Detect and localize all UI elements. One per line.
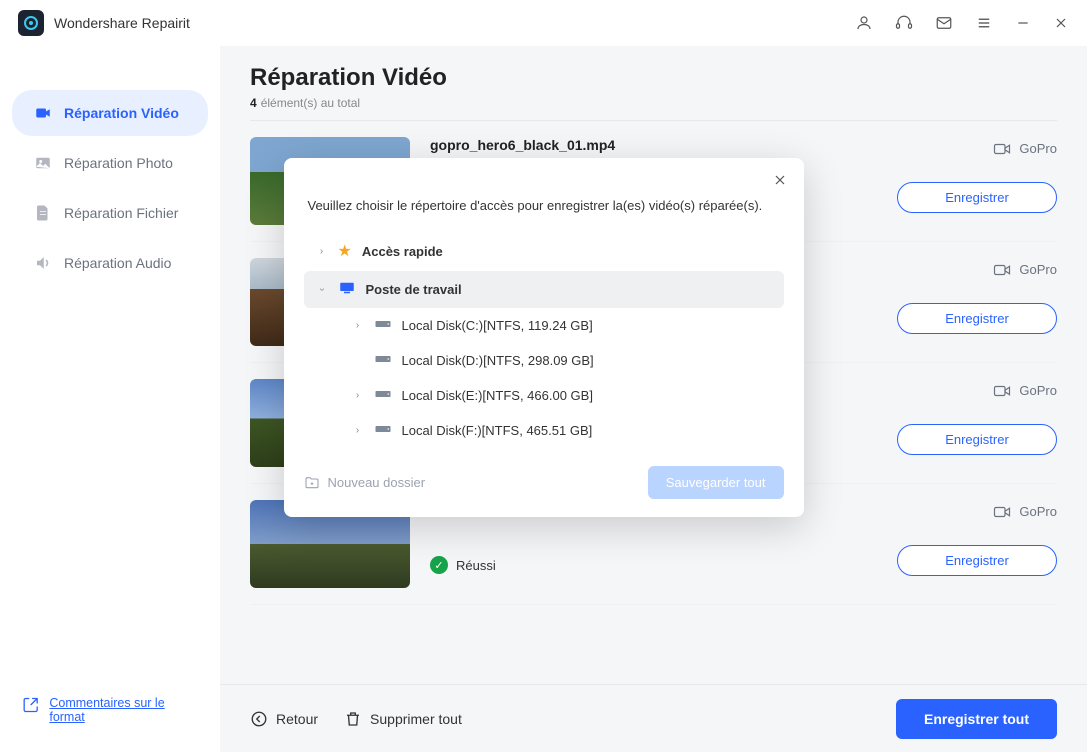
tree-disk[interactable]: Local Disk(D:)[NTFS, 298.09 GB]	[304, 343, 784, 378]
computer-icon	[338, 281, 356, 298]
item-actions: GoPro Enregistrer	[857, 258, 1057, 334]
star-icon: ★	[338, 241, 352, 261]
modal-message: Veuillez choisir le répertoire d'accès p…	[304, 176, 784, 231]
mail-icon[interactable]	[935, 14, 953, 32]
item-actions: GoPro Enregistrer	[857, 137, 1057, 213]
save-button[interactable]: Enregistrer	[897, 303, 1057, 334]
main-header: Réparation Vidéo 4 élément(s) au total	[220, 46, 1087, 116]
chevron-right-icon: ›	[352, 320, 364, 331]
tree-disk[interactable]: › Local Disk(E:)[NTFS, 466.00 GB]	[304, 378, 784, 413]
chevron-right-icon: ›	[352, 425, 364, 436]
titlebar-left: Wondershare Repairit	[18, 10, 190, 36]
device-label: GoPro	[993, 383, 1057, 398]
modal-footer: Nouveau dossier Sauvegarder tout	[304, 448, 784, 499]
close-icon[interactable]	[1053, 15, 1069, 31]
camera-icon	[993, 142, 1011, 156]
disk-icon	[374, 318, 392, 333]
status: ✓ Réussi	[430, 556, 837, 574]
menu-icon[interactable]	[975, 14, 993, 32]
tree-disk[interactable]: › Local Disk(C:)[NTFS, 119.24 GB]	[304, 308, 784, 343]
item-count: 4 élément(s) au total	[250, 96, 1057, 110]
count-suffix: élément(s) au total	[261, 96, 360, 110]
sidebar-item-label: Réparation Audio	[64, 255, 171, 271]
page-title: Réparation Vidéo	[250, 64, 1057, 92]
chevron-down-icon: ›	[316, 284, 327, 296]
item-actions: GoPro Enregistrer	[857, 500, 1057, 576]
save-all-button[interactable]: Enregistrer tout	[896, 699, 1057, 739]
sidebar-item-file[interactable]: Réparation Fichier	[12, 190, 208, 236]
disk-icon	[374, 353, 392, 368]
app-title: Wondershare Repairit	[54, 15, 190, 31]
trash-icon	[344, 710, 362, 728]
back-button[interactable]: Retour	[250, 710, 318, 728]
device-label: GoPro	[993, 141, 1057, 156]
new-folder-button[interactable]: Nouveau dossier	[304, 475, 426, 491]
status-text: Réussi	[456, 558, 496, 573]
tree-disk[interactable]: › Local Disk(F:)[NTFS, 465.51 GB]	[304, 413, 784, 448]
camera-icon	[993, 505, 1011, 519]
new-folder-label: Nouveau dossier	[328, 475, 426, 490]
camera-icon	[993, 384, 1011, 398]
chevron-right-icon: ›	[352, 390, 364, 401]
quick-access-label: Accès rapide	[362, 244, 443, 259]
device-label: GoPro	[993, 262, 1057, 277]
success-icon: ✓	[430, 556, 448, 574]
disk-label: Local Disk(C:)[NTFS, 119.24 GB]	[402, 318, 593, 333]
nav: Réparation Vidéo Réparation Photo Répara…	[0, 86, 220, 674]
back-label: Retour	[276, 711, 318, 727]
device-text: GoPro	[1019, 504, 1057, 519]
device-text: GoPro	[1019, 262, 1057, 277]
disk-label: Local Disk(D:)[NTFS, 298.09 GB]	[402, 353, 594, 368]
footer: Retour Supprimer tout Enregistrer tout	[220, 684, 1087, 752]
delete-all-button[interactable]: Supprimer tout	[344, 710, 462, 728]
back-icon	[250, 710, 268, 728]
file-icon	[34, 204, 52, 222]
sidebar-item-audio[interactable]: Réparation Audio	[12, 240, 208, 286]
feedback-link[interactable]: Commentaires sur le format	[22, 696, 198, 724]
modal-save-button[interactable]: Sauvegarder tout	[648, 466, 784, 499]
save-dialog: Veuillez choisir le répertoire d'accès p…	[284, 158, 804, 517]
sidebar: Réparation Vidéo Réparation Photo Répara…	[0, 46, 220, 752]
close-icon	[772, 172, 788, 188]
file-name: gopro_hero6_black_01.mp4	[430, 137, 837, 153]
device-text: GoPro	[1019, 141, 1057, 156]
save-button[interactable]: Enregistrer	[897, 545, 1057, 576]
disk-icon	[374, 388, 392, 403]
photo-icon	[34, 154, 52, 172]
delete-all-label: Supprimer tout	[370, 711, 462, 727]
video-icon	[34, 104, 52, 122]
camera-icon	[993, 263, 1011, 277]
count-number: 4	[250, 96, 257, 110]
tree-computer[interactable]: › Poste de travail	[304, 271, 784, 308]
feedback-label: Commentaires sur le format	[49, 696, 198, 724]
sidebar-item-label: Réparation Fichier	[64, 205, 178, 221]
sidebar-item-label: Réparation Photo	[64, 155, 173, 171]
save-button[interactable]: Enregistrer	[897, 182, 1057, 213]
tree-quick-access[interactable]: › ★ Accès rapide	[304, 231, 784, 271]
computer-label: Poste de travail	[366, 282, 462, 297]
device-label: GoPro	[993, 504, 1057, 519]
sidebar-item-photo[interactable]: Réparation Photo	[12, 140, 208, 186]
minimize-icon[interactable]	[1015, 15, 1031, 31]
chevron-right-icon: ›	[316, 246, 328, 257]
titlebar: Wondershare Repairit	[0, 0, 1087, 46]
modal-close-button[interactable]	[772, 172, 788, 193]
folder-plus-icon	[304, 475, 320, 491]
titlebar-actions	[855, 14, 1069, 32]
save-button[interactable]: Enregistrer	[897, 424, 1057, 455]
support-icon[interactable]	[895, 14, 913, 32]
item-actions: GoPro Enregistrer	[857, 379, 1057, 455]
disk-label: Local Disk(F:)[NTFS, 465.51 GB]	[402, 423, 593, 438]
directory-tree: › ★ Accès rapide › Poste de travail › Lo…	[304, 231, 784, 448]
audio-icon	[34, 254, 52, 272]
sidebar-item-label: Réparation Vidéo	[64, 105, 179, 121]
disk-icon	[374, 423, 392, 438]
account-icon[interactable]	[855, 14, 873, 32]
sidebar-footer: Commentaires sur le format	[0, 674, 220, 752]
disk-label: Local Disk(E:)[NTFS, 466.00 GB]	[402, 388, 593, 403]
sidebar-item-video[interactable]: Réparation Vidéo	[12, 90, 208, 136]
app-logo	[18, 10, 44, 36]
device-text: GoPro	[1019, 383, 1057, 398]
